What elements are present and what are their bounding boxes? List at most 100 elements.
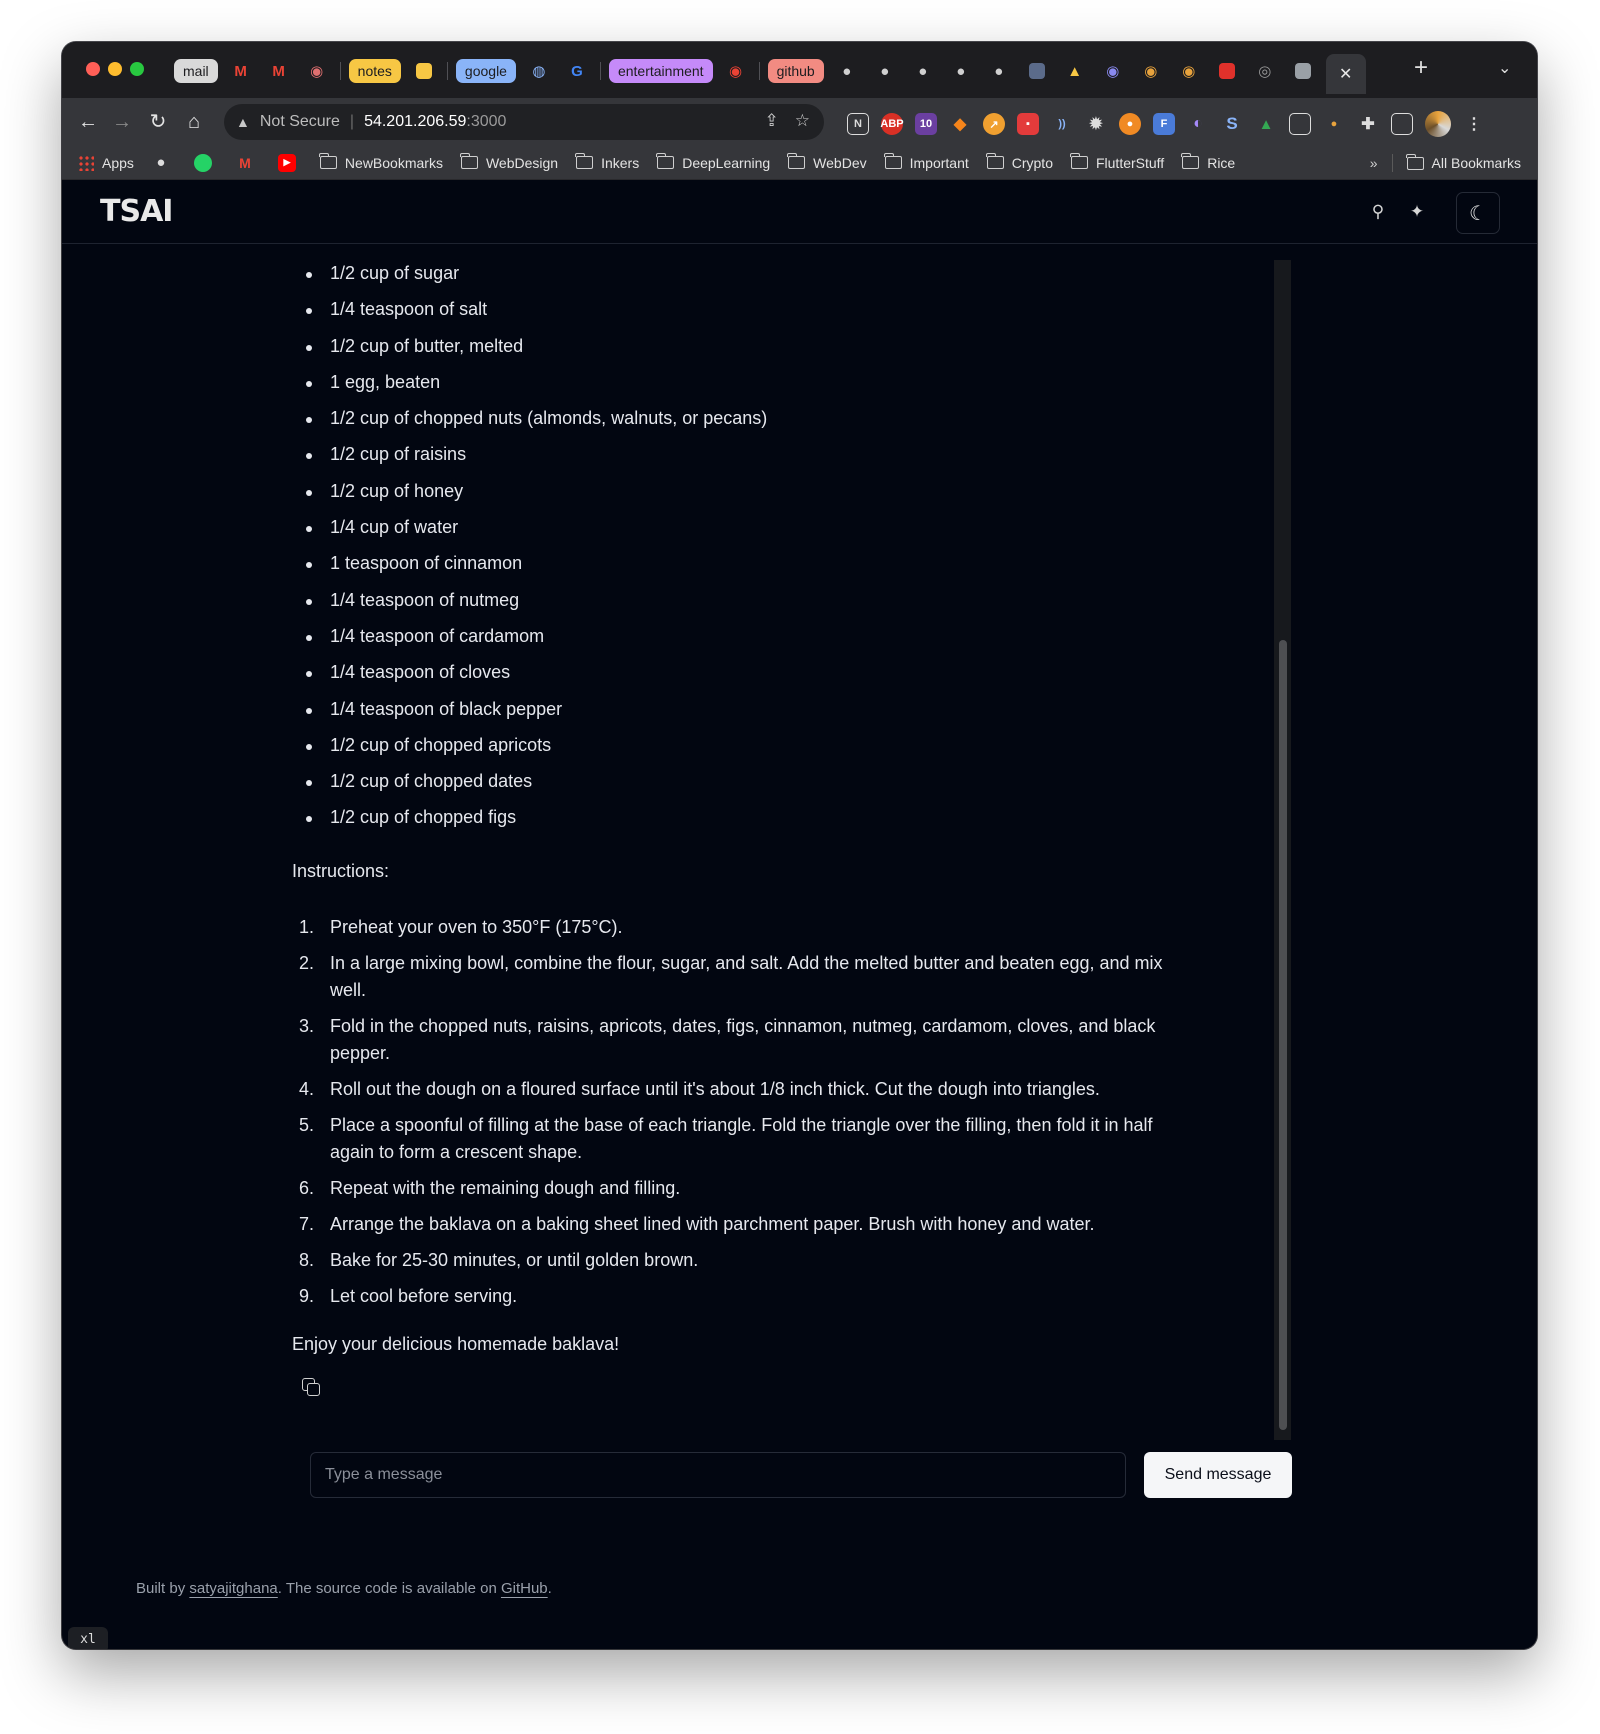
bookmark-folder[interactable]: Rice xyxy=(1181,153,1236,171)
app-header: TSAI ⚲ ✦ ☾ xyxy=(62,180,1537,244)
bookmark-folder[interactable]: NewBookmarks xyxy=(318,153,443,171)
ingredients-list: 1/2 cup of sugar 1/4 teaspoon of salt 1/… xyxy=(292,260,1192,841)
extension-icon[interactable]: F xyxy=(1153,113,1175,135)
tab-group-github[interactable]: github xyxy=(767,59,824,83)
site-tab[interactable] xyxy=(1022,57,1052,85)
bookmark-label: DeepLearning xyxy=(682,154,771,171)
extension-icon[interactable]: ● xyxy=(1323,113,1345,135)
metamask-extension-icon[interactable]: ◆ xyxy=(949,113,971,135)
extension-icon[interactable]: ● xyxy=(1119,113,1141,135)
bookmark-gmail[interactable]: M xyxy=(236,154,260,172)
tab-group-notes[interactable]: notes xyxy=(348,59,401,83)
close-window-button[interactable] xyxy=(86,62,100,76)
gmail-tab[interactable]: M xyxy=(226,57,256,85)
tab-group-google[interactable]: google xyxy=(455,59,516,83)
all-bookmarks-button[interactable]: All Bookmarks xyxy=(1405,153,1521,171)
settings-extension-icon[interactable]: ✹ xyxy=(1085,113,1107,135)
bookmarks-overflow-button[interactable]: » xyxy=(1370,155,1378,171)
step-text: Place a spoonful of filling at the base … xyxy=(330,1114,1153,1162)
bookmark-folder[interactable]: FlutterStuff xyxy=(1069,153,1164,171)
bookmark-label: Rice xyxy=(1207,154,1236,171)
site-tab[interactable] xyxy=(1288,57,1318,85)
app-logo[interactable]: TSAI xyxy=(100,194,173,229)
puzzle-icon[interactable]: ✚ xyxy=(1357,113,1379,135)
copy-icon[interactable] xyxy=(302,1377,322,1398)
list-item: 1/4 teaspoon of nutmeg xyxy=(292,587,1192,623)
github-tab[interactable]: ● xyxy=(946,57,976,85)
send-message-button[interactable]: Send message xyxy=(1144,1452,1292,1498)
twitter-icon[interactable]: ✦ xyxy=(1406,202,1428,224)
sound-extension-icon[interactable]: )) xyxy=(1051,113,1073,135)
bookmark-folder[interactable]: WebDev xyxy=(787,153,867,171)
bookmark-folder[interactable]: Crypto xyxy=(985,153,1053,171)
github-tab[interactable]: ● xyxy=(908,57,938,85)
extension-icon[interactable]: S xyxy=(1221,113,1243,135)
mail-icon: ◉ xyxy=(310,63,324,80)
tab-group-entertainment[interactable]: entertainment xyxy=(608,59,713,83)
step-item: 7. Arrange the baklava on a baking sheet … xyxy=(299,1213,1095,1234)
site-tab[interactable]: ◉ xyxy=(1136,57,1166,85)
mail-app-tab[interactable]: ◉ xyxy=(302,57,332,85)
minimize-window-button[interactable] xyxy=(108,62,122,76)
bookmark-whatsapp[interactable] xyxy=(193,153,218,172)
extension-icon[interactable]: ▲ xyxy=(1255,113,1277,135)
github-link[interactable]: GitHub xyxy=(501,1580,548,1597)
extension-icon[interactable] xyxy=(1289,113,1311,135)
bookmark-folder[interactable]: WebDesign xyxy=(459,153,558,171)
site-tab[interactable] xyxy=(1212,57,1242,85)
extension-icon[interactable]: ▪ xyxy=(1017,113,1039,135)
side-panel-icon[interactable] xyxy=(1391,113,1413,135)
github-icon[interactable]: ⚲ xyxy=(1367,202,1389,224)
site-tab[interactable]: ◎ xyxy=(1250,57,1280,85)
home-button[interactable]: ⌂ xyxy=(180,108,208,136)
google-tab[interactable]: G xyxy=(562,57,592,85)
chat-scrollbar[interactable] xyxy=(1274,260,1291,1440)
active-tab-close-button[interactable]: ✕ xyxy=(1325,54,1366,94)
theme-toggle-button[interactable]: ☾ xyxy=(1456,192,1500,234)
folder-icon xyxy=(883,153,902,169)
bell-icon: ▲ xyxy=(1067,62,1083,80)
bookmark-label: Apps xyxy=(102,154,134,171)
gmail-tab[interactable]: M xyxy=(264,57,294,85)
message-input[interactable] xyxy=(310,1452,1126,1498)
site-tab[interactable]: ◉ xyxy=(1098,57,1128,85)
entertainment-tab[interactable]: ◉ xyxy=(721,57,751,85)
tab-search-button[interactable]: ⌄ xyxy=(1498,58,1511,78)
author-link[interactable]: satyajitghana xyxy=(189,1580,277,1597)
star-icon[interactable]: ☆ xyxy=(795,111,810,131)
extension-icon[interactable]: ◐ xyxy=(1187,113,1209,135)
notion-extension-icon[interactable]: N xyxy=(847,113,869,135)
github-tab[interactable]: ● xyxy=(870,57,900,85)
extension-icon[interactable]: 10 xyxy=(915,113,937,135)
address-bar[interactable]: ▲ Not Secure | 54.201.206.59 :3000 ⇪ ☆ xyxy=(224,104,824,140)
bookmark-folder[interactable]: Inkers xyxy=(575,153,639,171)
bookmark-apps[interactable]: Apps xyxy=(78,154,134,171)
extension-icon[interactable]: ↗ xyxy=(983,113,1005,135)
github-tab[interactable]: ● xyxy=(984,57,1014,85)
youtube-icon: ▶ xyxy=(277,153,296,172)
bookmark-github[interactable]: ● xyxy=(152,154,176,172)
profile-avatar[interactable] xyxy=(1425,111,1451,137)
scrollbar-thumb[interactable] xyxy=(1279,640,1287,1430)
github-icon: ● xyxy=(994,62,1004,80)
bookmarks-bar: Apps ● M ▶ NewBookmarks WebDesign Inkers… xyxy=(62,146,1537,180)
bookmark-youtube[interactable]: ▶ xyxy=(277,153,302,172)
site-tab[interactable]: ◉ xyxy=(1174,57,1204,85)
back-button[interactable]: ← xyxy=(74,108,102,136)
bookmark-folder[interactable]: Important xyxy=(883,153,969,171)
google-tab[interactable]: ◍ xyxy=(524,57,554,85)
adblock-extension-icon[interactable]: ABP xyxy=(880,113,904,135)
tab-group-mail[interactable]: mail xyxy=(174,59,218,83)
new-tab-button[interactable]: + xyxy=(1414,54,1428,82)
notes-tab[interactable] xyxy=(409,57,439,85)
share-icon[interactable]: ⇪ xyxy=(765,111,779,131)
gmail-icon: M xyxy=(272,62,285,80)
forward-button[interactable]: → xyxy=(108,108,136,136)
github-tab[interactable]: ● xyxy=(832,57,862,85)
bookmark-folder[interactable]: DeepLearning xyxy=(656,153,771,171)
maximize-window-button[interactable] xyxy=(130,62,144,76)
closing-text: Enjoy your delicious homemade baklava! xyxy=(292,1333,620,1354)
reload-button[interactable]: ↻ xyxy=(144,108,172,136)
kebab-menu-icon[interactable]: ⋮ xyxy=(1463,113,1485,135)
site-tab[interactable]: ▲ xyxy=(1060,57,1090,85)
